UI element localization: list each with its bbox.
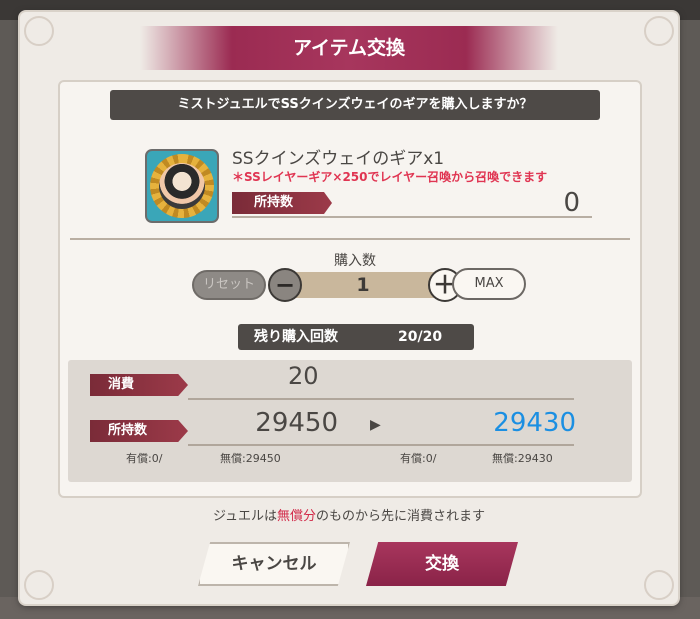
character-portrait xyxy=(159,163,205,209)
exchange-button[interactable]: 交換 xyxy=(366,542,518,586)
reset-button[interactable]: リセット xyxy=(192,270,266,300)
corner-ornament xyxy=(644,570,674,600)
corner-ornament xyxy=(24,570,54,600)
owned-jewel-label: 所持数 xyxy=(90,420,188,442)
divider xyxy=(232,216,592,218)
after-free: 無償:29430 xyxy=(492,452,553,465)
note-prefix: ジュエルは xyxy=(212,509,278,524)
consumption-note: ジュエルは無償分のものから先に消費されます xyxy=(20,505,678,524)
divider xyxy=(188,444,574,446)
arrow-right-icon: ▶ xyxy=(370,417,381,433)
divider xyxy=(70,238,630,240)
cancel-button[interactable]: キャンセル xyxy=(198,542,350,586)
jewel-after-value: 29430 xyxy=(493,408,576,438)
cost-label: 消費 xyxy=(90,374,188,396)
background-left xyxy=(0,20,20,619)
gear-character-icon xyxy=(145,149,219,223)
owned-count-value: 0 xyxy=(563,188,580,218)
before-paid: 有償:0/ xyxy=(126,452,163,465)
jewel-before-value: 29450 xyxy=(255,408,338,438)
dialog-title: アイテム交換 xyxy=(292,37,406,59)
after-paid: 有償:0/ xyxy=(400,452,437,465)
remaining-purchases: 残り購入回数 20/20 xyxy=(238,324,474,350)
content-panel: ミストジュエルでSSクインズウェイのギアを購入しますか？ SSクインズウェイのギ… xyxy=(58,80,642,498)
quantity-value: 1 xyxy=(356,274,370,296)
owned-count-label: 所持数 xyxy=(232,192,332,214)
note-suffix: のものから先に消費されます xyxy=(316,509,486,524)
item-note: ＊SSレイヤーギア×250でレイヤー召喚から召喚できます xyxy=(232,170,548,184)
cost-summary: 消費 20 所持数 29450 ▶ 29430 有償:0/ 無償:29450 有… xyxy=(68,360,632,482)
purchase-quantity-label: 購入数 xyxy=(334,253,376,269)
remaining-value: 20/20 xyxy=(398,329,443,345)
background-right xyxy=(678,20,700,619)
cost-value: 20 xyxy=(288,362,319,390)
max-button[interactable]: MAX xyxy=(452,268,526,300)
remaining-label: 残り購入回数 xyxy=(254,329,338,345)
purchase-question: ミストジュエルでSSクインズウェイのギアを購入しますか？ xyxy=(110,90,600,120)
divider xyxy=(188,398,574,400)
note-highlight: 無償分 xyxy=(277,509,317,524)
item-exchange-dialog: アイテム交換 ミストジュエルでSSクインズウェイのギアを購入しますか？ SSクイ… xyxy=(20,12,678,604)
before-free: 無償:29450 xyxy=(220,452,281,465)
item-name: SSクインズウェイのギアx1 xyxy=(232,149,445,169)
minus-button[interactable]: − xyxy=(268,268,302,302)
